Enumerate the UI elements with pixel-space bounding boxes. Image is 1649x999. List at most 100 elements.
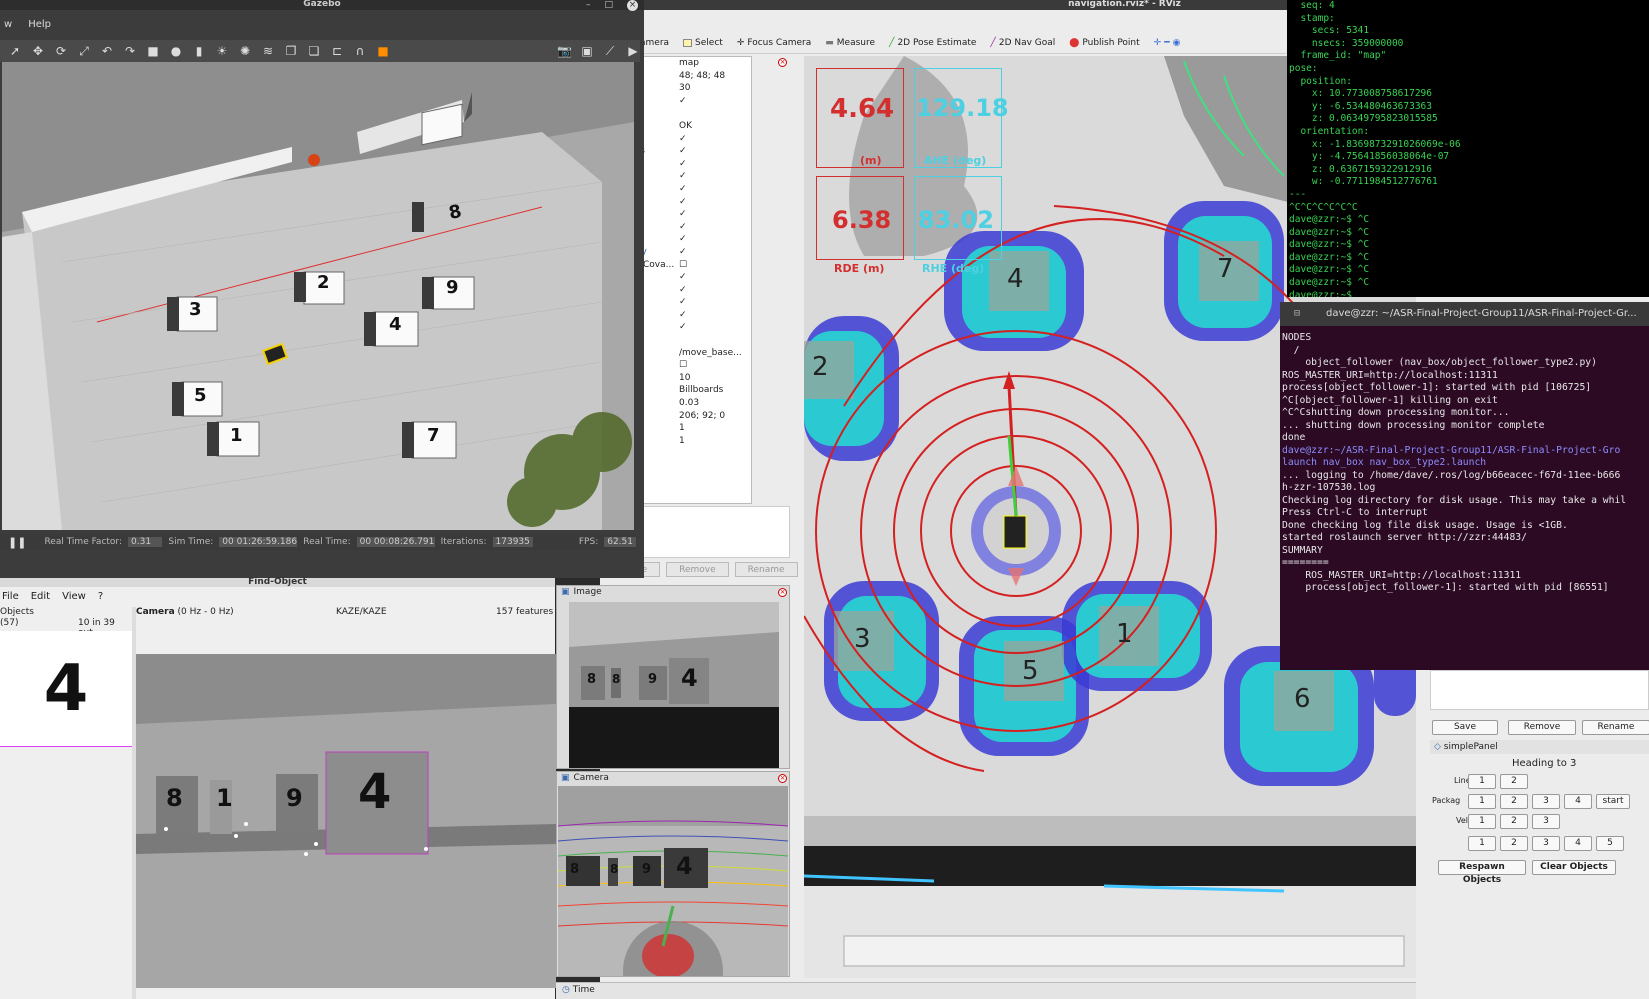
close-icon[interactable]: ×	[778, 774, 787, 783]
terminal-line: started roslaunch server http://zzr:4448…	[1282, 532, 1527, 543]
remove-button[interactable]: Remove	[1508, 720, 1576, 735]
panel-icon: ▣	[561, 773, 570, 783]
maximize-icon[interactable]: □	[604, 0, 613, 11]
pointer-icon[interactable]: ➚	[8, 44, 22, 58]
terminal-line: ... logging to /home/dave/.ros/log/b66ea…	[1282, 469, 1621, 481]
scale-icon[interactable]: ⤢	[77, 44, 91, 59]
tool-focus-camera[interactable]: ✛ Focus Camera	[737, 38, 811, 48]
menu-file[interactable]: File	[2, 591, 19, 605]
pause-icon[interactable]: ❚❚	[8, 536, 26, 549]
robot-body	[1003, 515, 1027, 549]
clear-objects-button[interactable]: Clear Objects	[1532, 860, 1616, 875]
menu-window[interactable]: w	[4, 19, 12, 30]
point-light-icon[interactable]: ✺	[238, 44, 252, 58]
tool-extras[interactable]: ✛ ━ ◉	[1154, 38, 1181, 48]
rotate-icon[interactable]: ⟳	[54, 44, 68, 58]
focus-icon: ✛	[736, 37, 745, 48]
vel-button-2[interactable]: 2	[1500, 814, 1528, 829]
camera-feed[interactable]: 8 1 9 4	[136, 654, 556, 988]
minimize-icon[interactable]: –	[586, 0, 591, 11]
terminal-line: ^C^Cshutting down processing monitor...	[1282, 407, 1510, 418]
terminal-line: ^C[object_follower-1] killing on exit	[1282, 394, 1498, 406]
snap-icon[interactable]: ∩	[353, 44, 367, 58]
respawn-objects-button[interactable]: Respawn Objects	[1438, 860, 1526, 885]
sim-time-label: Sim Time:	[168, 537, 214, 547]
menu-view[interactable]: View	[62, 591, 86, 605]
camera-icon[interactable]: 📷	[557, 44, 572, 58]
extra-button-5[interactable]: 5	[1596, 836, 1624, 851]
map-label: 6	[1294, 684, 1311, 714]
align-icon[interactable]: ⊏	[330, 44, 344, 58]
extra-button-1[interactable]: 1	[1468, 836, 1496, 851]
close-icon[interactable]: ×	[778, 588, 787, 597]
menu-help[interactable]: ?	[98, 591, 103, 605]
camera-panel-render	[558, 786, 788, 976]
menu-help[interactable]: Help	[28, 19, 51, 30]
sun-icon[interactable]: ☀	[215, 44, 229, 58]
translate-icon[interactable]: ✥	[31, 44, 45, 58]
video-icon[interactable]: ▶	[626, 44, 640, 58]
package-button-2[interactable]: 2	[1500, 794, 1528, 809]
terminal-line: position:	[1289, 75, 1352, 87]
terminal-line: pose:	[1289, 62, 1318, 74]
tool-select[interactable]: Select	[683, 38, 723, 48]
display-value: 48; 48; 48	[679, 70, 726, 81]
tool-label: Select	[695, 37, 723, 48]
rename-button[interactable]: Rename	[1582, 720, 1649, 735]
display-value: 1	[679, 435, 685, 446]
save-button[interactable]: Save	[1432, 720, 1498, 735]
remove-button[interactable]: Remove	[666, 562, 729, 577]
tool-2d-nav-goal[interactable]: ╱ 2D Nav Goal	[990, 38, 1055, 48]
undo-icon[interactable]: ↶	[100, 44, 114, 58]
camera-3d-view[interactable]: 8 8 9 4	[558, 786, 788, 976]
cylinder-icon[interactable]: ▮	[192, 44, 206, 58]
close-icon[interactable]: ×	[627, 0, 638, 11]
scene-box-label: 5	[194, 385, 207, 406]
terminal-pose-output[interactable]: seq: 4 stamp: secs: 5341 nsecs: 35900000…	[1287, 0, 1649, 297]
gazebo-toolbar: ➚ ✥ ⟳ ⤢ ↶ ↷ ■ ● ▮ ☀ ✺ ≋ ❐ ❏ ⊏ ∩ ■ 📷 ▣ ⟋ …	[0, 40, 640, 62]
terminal-line: y: -4.75641856038064e-07	[1289, 151, 1450, 163]
menu-edit[interactable]: Edit	[31, 591, 50, 605]
extra-button-4[interactable]: 4	[1564, 836, 1592, 851]
copy-icon[interactable]: ❐	[284, 44, 298, 58]
time-panel: ◷ Time	[556, 982, 1416, 999]
line-button-1[interactable]: 1	[1468, 774, 1496, 789]
rename-button[interactable]: Rename	[734, 562, 798, 577]
redo-icon[interactable]: ↷	[123, 44, 137, 58]
tool-2d-pose-estimate[interactable]: ╱ 2D Pose Estimate	[889, 38, 976, 48]
package-button-4[interactable]: 4	[1564, 794, 1592, 809]
vel-button-1[interactable]: 1	[1468, 814, 1496, 829]
sim-time-value: 00 01:26:59.186	[219, 537, 298, 547]
terminal-roslaunch[interactable]: dave@zzr: ~/ASR-Final-Project-Group11/AS…	[1280, 302, 1649, 670]
start-button[interactable]: start	[1596, 794, 1630, 809]
plot-icon[interactable]: ⟋	[603, 44, 617, 59]
fps-value: 62.51	[604, 537, 636, 547]
close-icon[interactable]: ×	[778, 58, 787, 67]
display-value: ✓	[679, 309, 687, 320]
gazebo-3d-scene[interactable]: 8 2 9 3 4 5 1 7	[2, 62, 634, 530]
terminal-line: Done checking log file disk usage. Usage…	[1282, 519, 1568, 531]
camera-label: Camera	[136, 607, 175, 617]
terminal-line: w: -0.7711984512776761	[1289, 176, 1438, 188]
tool-measure[interactable]: ▬ Measure	[825, 38, 875, 48]
object-thumbnail[interactable]: 4	[0, 631, 132, 747]
map-label: 1	[1116, 619, 1133, 649]
package-button-3[interactable]: 3	[1532, 794, 1560, 809]
vel-button-3[interactable]: 3	[1532, 814, 1560, 829]
box-icon[interactable]: ■	[146, 44, 160, 58]
orange-icon[interactable]: ■	[376, 44, 390, 58]
terminal-line: dave@zzr:~$ ^C	[1289, 264, 1370, 276]
camera-header: Camera (0 Hz - 0 Hz) KAZE/KAZE 157 featu…	[136, 607, 556, 621]
image-view[interactable]: 8 8 9 4	[569, 602, 779, 768]
scene-box-label: 3	[189, 299, 202, 320]
extra-button-2[interactable]: 2	[1500, 836, 1528, 851]
save-icon[interactable]: ▣	[580, 44, 594, 58]
tool-publish-point[interactable]: ⬤ Publish Point	[1069, 38, 1139, 48]
sphere-icon[interactable]: ●	[169, 44, 183, 58]
display-value: ✓	[679, 322, 687, 333]
extra-button-3[interactable]: 3	[1532, 836, 1560, 851]
paste-icon[interactable]: ❏	[307, 44, 321, 58]
package-button-1[interactable]: 1	[1468, 794, 1496, 809]
spot-light-icon[interactable]: ≋	[261, 44, 275, 58]
line-button-2[interactable]: 2	[1500, 774, 1528, 789]
